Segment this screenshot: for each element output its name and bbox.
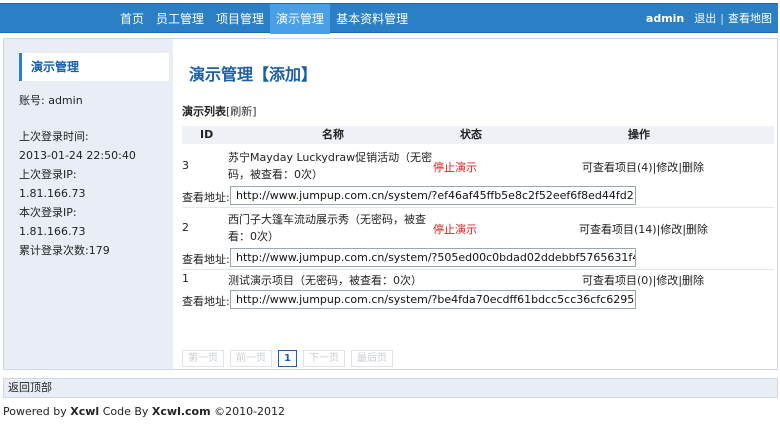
column-header-status: 状态 xyxy=(460,128,482,141)
logout-link[interactable]: 退出 xyxy=(694,4,716,34)
address-field[interactable]: http://www.jumpup.com.cn/system/?505ed00… xyxy=(230,248,636,267)
row-divider xyxy=(182,207,774,208)
list-heading: 演示列表[刷新] xyxy=(182,103,257,119)
delete-link[interactable]: 删除 xyxy=(682,161,704,174)
row-status: 停止演示 xyxy=(433,161,477,174)
this-login-ip-label: 本次登录IP: xyxy=(19,206,77,219)
main-menu: 首页 员工管理 项目管理 演示管理 基本资料管理 xyxy=(114,4,414,34)
login-count: 累计登录次数:179 xyxy=(19,244,110,257)
row-id: 3 xyxy=(182,159,189,172)
powered-mid: Code By xyxy=(102,405,149,418)
content-frame: 演示管理 账号: admin 上次登录时间: 2013-01-24 22:50:… xyxy=(3,38,778,370)
page-title: 演示管理【添加】 xyxy=(189,65,318,84)
footer-bar: 返回顶部 xyxy=(3,378,778,398)
table-row: 2 西门子大篷车流动展示秀（无密码，被查看：0次） 停止演示 可查看项目(14)… xyxy=(182,211,774,271)
table-row: 3 苏宁Mayday Luckydraw促销活动（无密码，被查看：0次） 停止演… xyxy=(182,149,774,215)
row-actions: 可查看项目(14)|修改|删除 xyxy=(579,223,709,236)
address-label: 查看地址: xyxy=(182,295,230,308)
sitemap-link[interactable]: 查看地图 xyxy=(728,4,772,34)
powered-by: Powered by Xcwl Code By Xcwl.com ©2010-2… xyxy=(3,405,285,418)
last-page-button[interactable]: 最后页 xyxy=(350,350,393,367)
sidebar-heading-label: 演示管理 xyxy=(31,60,80,74)
sidebar-heading[interactable]: 演示管理 xyxy=(19,53,169,81)
address-field[interactable]: http://www.jumpup.com.cn/system/?be4fda7… xyxy=(230,290,636,309)
refresh-link[interactable]: [刷新] xyxy=(226,105,257,118)
list-title: 演示列表 xyxy=(182,105,226,118)
address-label: 查看地址: xyxy=(182,253,230,266)
menu-separator: | xyxy=(720,12,724,25)
login-info: 账号: admin 上次登录时间: 2013-01-24 22:50:40 上次… xyxy=(19,91,169,260)
nav-projects[interactable]: 项目管理 xyxy=(210,4,270,34)
nav-basic-info[interactable]: 基本资料管理 xyxy=(330,4,414,34)
first-page-button[interactable]: 第一页 xyxy=(182,350,224,367)
view-projects-link[interactable]: 可查看项目(14) xyxy=(579,223,657,236)
view-projects-link[interactable]: 可查看项目(4) xyxy=(582,161,653,174)
row-name: 苏宁Mayday Luckydraw促销活动（无密码，被查看：0次） xyxy=(228,151,433,181)
column-header-actions: 操作 xyxy=(628,128,650,141)
last-login-ip-label: 上次登录IP: xyxy=(19,168,77,181)
table-header: ID 名称 状态 操作 xyxy=(182,126,774,144)
view-projects-link[interactable]: 可查看项目(0) xyxy=(582,274,653,287)
prev-page-button[interactable]: 前一页 xyxy=(230,350,272,367)
column-header-name: 名称 xyxy=(322,128,344,141)
last-login-time: 2013-01-24 22:50:40 xyxy=(19,149,136,162)
row-actions: 可查看项目(4)|修改|删除 xyxy=(582,161,705,174)
top-navigation: 首页 员工管理 项目管理 演示管理 基本资料管理 admin 退出 | 查看地图 xyxy=(0,0,780,36)
pagination: 第一页 前一页 1 下一页 最后页 xyxy=(182,350,399,367)
powered-prefix: Powered by xyxy=(3,405,67,418)
row-id: 1 xyxy=(182,272,189,285)
nav-bar: 首页 员工管理 项目管理 演示管理 基本资料管理 admin 退出 | 查看地图 xyxy=(0,3,778,34)
current-page[interactable]: 1 xyxy=(278,350,297,367)
back-to-top-link[interactable]: 返回顶部 xyxy=(4,381,52,394)
this-login-ip: 1.81.166.73 xyxy=(19,225,86,238)
delete-link[interactable]: 删除 xyxy=(682,274,704,287)
address-label: 查看地址: xyxy=(182,191,230,204)
column-header-id: ID xyxy=(200,128,214,141)
row-actions: 可查看项目(0)|修改|删除 xyxy=(582,274,705,287)
edit-link[interactable]: 修改 xyxy=(656,274,678,287)
table-row: 1 测试演示项目（无密码，被查看：0次） 可查看项目(0)|修改|删除 查看地址… xyxy=(182,272,774,316)
user-menu: admin 退出 | 查看地图 xyxy=(646,4,772,34)
powered-brand: Xcwl xyxy=(70,405,100,418)
last-login-ip: 1.81.166.73 xyxy=(19,187,86,200)
row-name: 测试演示项目（无密码，被查看：0次） xyxy=(228,274,422,287)
copyright: ©2010-2012 xyxy=(214,405,286,418)
powered-site: Xcwl.com xyxy=(151,405,211,418)
sidebar: 演示管理 账号: admin 上次登录时间: 2013-01-24 22:50:… xyxy=(4,39,173,369)
edit-link[interactable]: 修改 xyxy=(656,161,678,174)
next-page-button[interactable]: 下一页 xyxy=(302,350,345,367)
delete-link[interactable]: 删除 xyxy=(686,223,708,236)
nav-demos[interactable]: 演示管理 xyxy=(270,4,331,34)
current-user[interactable]: admin xyxy=(646,4,684,34)
main-panel: 演示管理【添加】 演示列表[刷新] ID 名称 状态 操作 3 苏宁Mayday… xyxy=(173,39,777,369)
last-login-time-label: 上次登录时间: xyxy=(19,130,89,143)
nav-staff[interactable]: 员工管理 xyxy=(150,4,210,34)
row-id: 2 xyxy=(182,221,189,234)
edit-link[interactable]: 修改 xyxy=(660,223,682,236)
row-name: 西门子大篷车流动展示秀（无密码，被查看：0次） xyxy=(228,213,426,243)
address-field[interactable]: http://www.jumpup.com.cn/system/?ef46af4… xyxy=(230,186,636,205)
account-label: 账号: admin xyxy=(19,94,83,107)
nav-home[interactable]: 首页 xyxy=(114,4,150,34)
row-status: 停止演示 xyxy=(433,223,477,236)
row-divider xyxy=(182,269,774,270)
